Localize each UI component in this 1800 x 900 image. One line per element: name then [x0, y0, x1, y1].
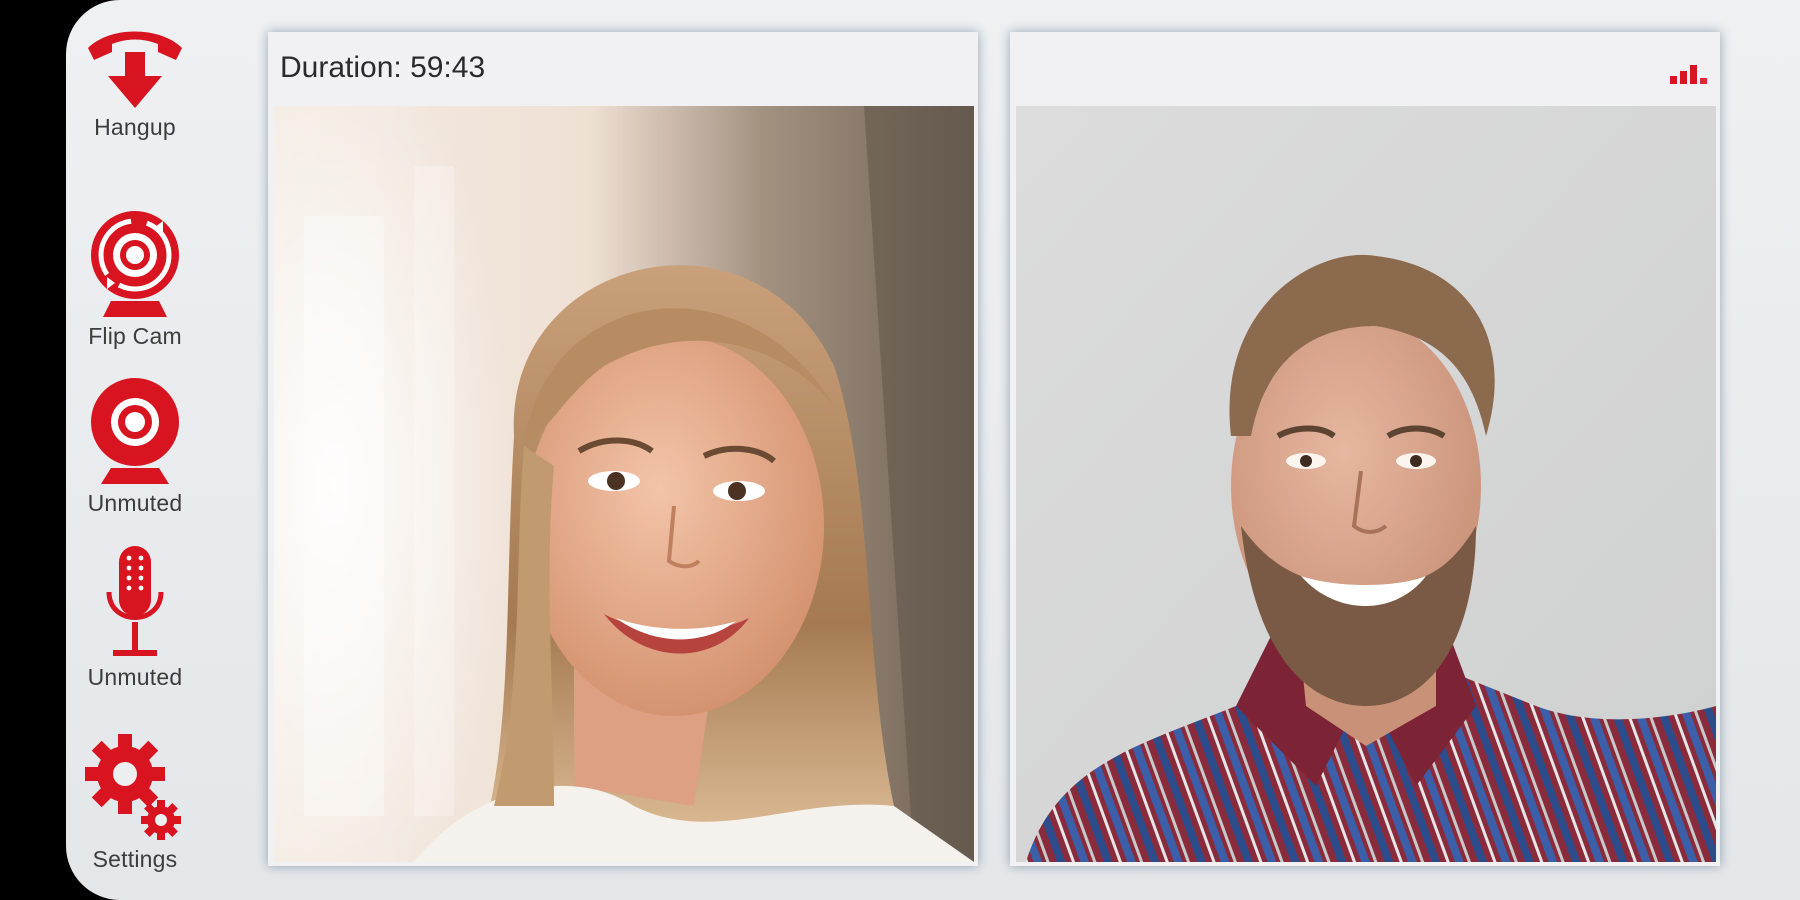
local-video-panel: Duration: 59:43: [268, 32, 978, 866]
microphone-icon: [106, 546, 164, 656]
camera-toggle-button[interactable]: Unmuted: [66, 374, 204, 517]
microphone-toggle-button[interactable]: Unmuted: [66, 542, 204, 691]
settings-button[interactable]: Settings: [66, 730, 204, 873]
signal-strength-icon: [1670, 65, 1707, 84]
flip-cam-label: Flip Cam: [88, 323, 182, 349]
hangup-label: Hangup: [94, 114, 176, 140]
microphone-status-label: Unmuted: [87, 664, 183, 690]
woman-video-frame: [274, 106, 974, 862]
webcam-icon: [91, 378, 179, 484]
remote-video-panel: [1010, 32, 1720, 866]
local-video-header: Duration: 59:43: [268, 32, 978, 104]
gear-icon: [85, 734, 181, 840]
flip-cam-button[interactable]: Flip Cam: [66, 205, 204, 350]
call-controls-sidebar: Hangup Flip Cam Unmuted Unmuted Settings: [66, 0, 236, 900]
call-duration: Duration: 59:43: [280, 51, 486, 84]
remote-video-header: [1010, 32, 1720, 104]
camera-status-label: Unmuted: [87, 490, 183, 516]
hangup-button[interactable]: Hangup: [66, 28, 204, 141]
local-video-feed: [274, 106, 974, 862]
man-video-frame: [1016, 106, 1716, 862]
remote-video-feed: [1016, 106, 1716, 862]
hangup-phone-icon: [88, 31, 182, 108]
settings-label: Settings: [92, 846, 178, 872]
flip-camera-icon: [91, 211, 179, 317]
